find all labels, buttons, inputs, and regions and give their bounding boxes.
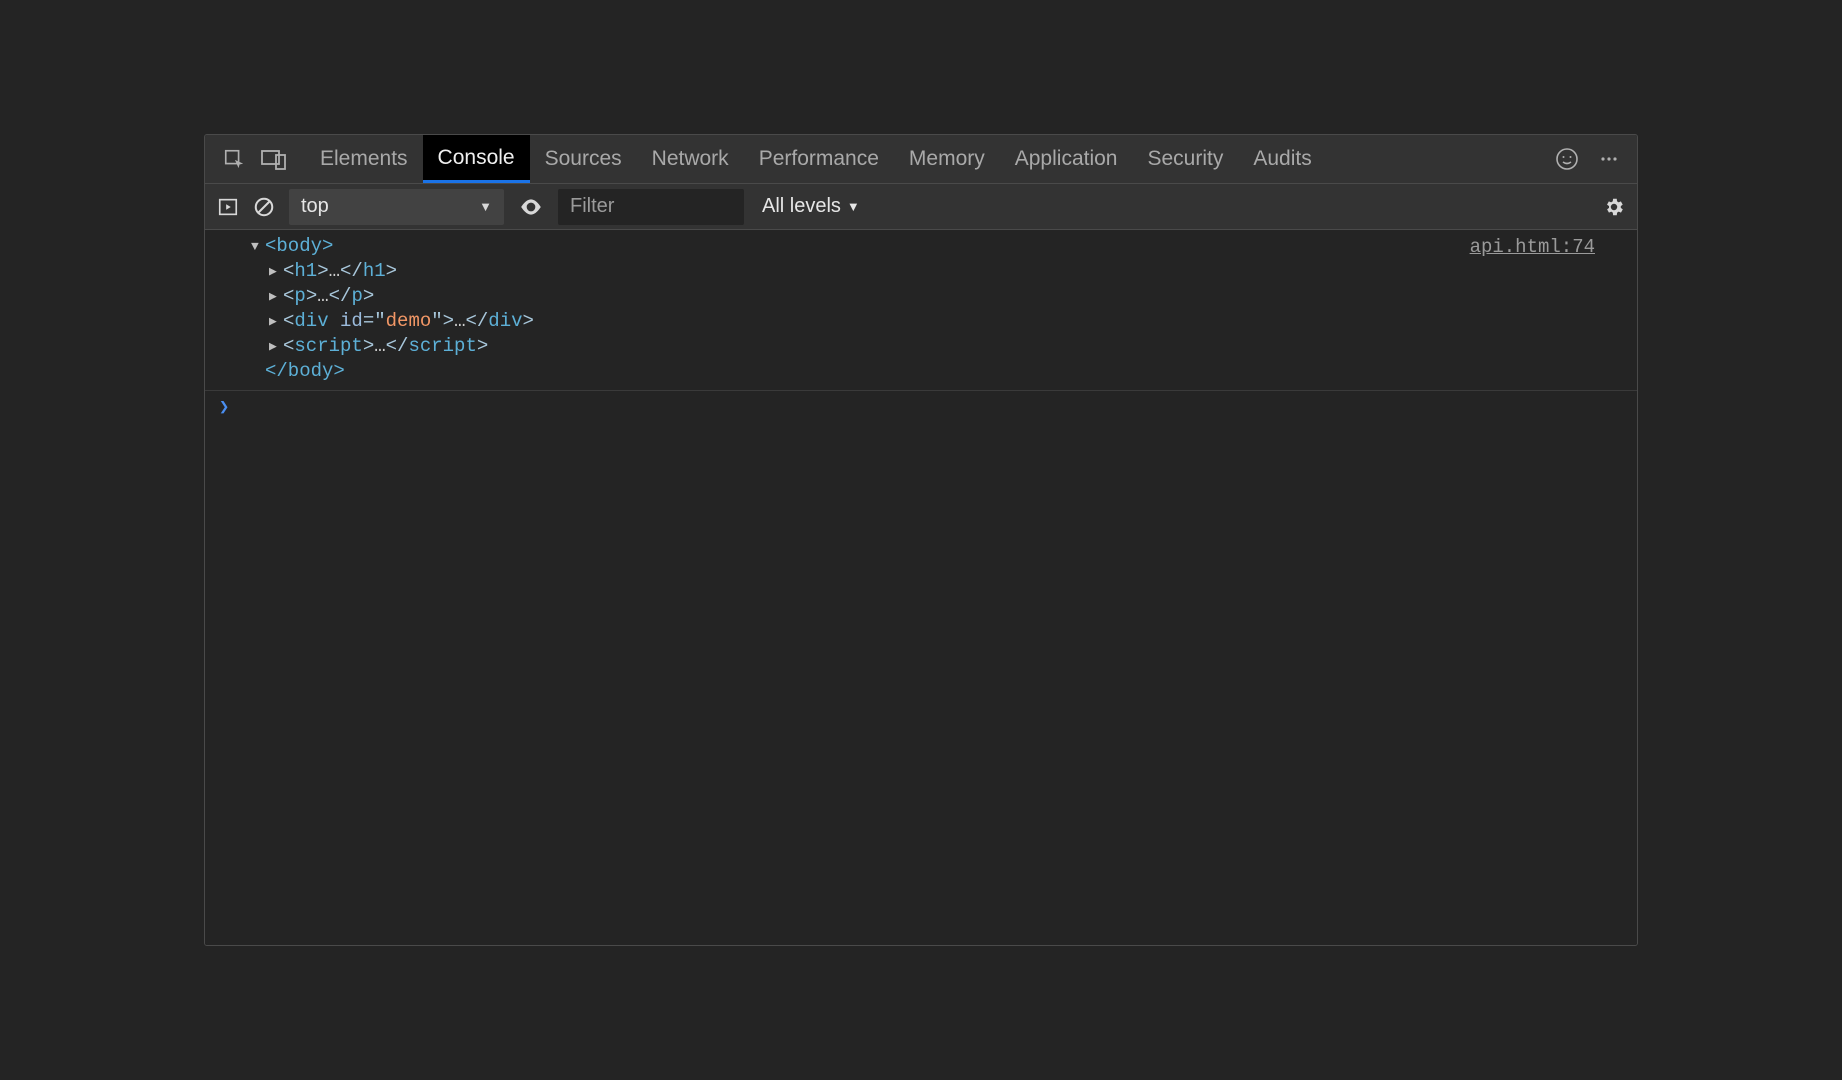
device-toggle-icon[interactable]	[261, 148, 287, 170]
log-entry[interactable]: ▼<body> ▶<h1>…</h1> ▶<p>…</p> ▶<div id="…	[205, 230, 1637, 391]
clear-console-icon[interactable]	[253, 196, 275, 218]
expand-arrow-icon[interactable]: ▼	[251, 234, 265, 259]
tab-application[interactable]: Application	[1000, 135, 1133, 183]
source-link[interactable]: api.html:74	[1470, 234, 1625, 258]
context-label: top	[301, 195, 329, 218]
tree-row-body-close[interactable]: </body>	[251, 359, 1470, 384]
chevron-down-icon: ▼	[847, 199, 860, 214]
prompt-caret-icon: ❯	[219, 397, 229, 418]
collapse-arrow-icon[interactable]: ▶	[269, 284, 283, 309]
inspect-icon[interactable]	[223, 148, 245, 170]
levels-label: All levels	[762, 195, 841, 218]
chevron-down-icon: ▼	[479, 199, 492, 214]
tab-sources[interactable]: Sources	[530, 135, 637, 183]
live-expression-icon[interactable]	[518, 194, 544, 220]
collapse-arrow-icon[interactable]: ▶	[269, 334, 283, 359]
tree-row-script[interactable]: ▶<script>…</script>	[251, 334, 1470, 359]
tab-performance[interactable]: Performance	[744, 135, 894, 183]
tree-row-body-open[interactable]: ▼<body>	[251, 234, 1470, 259]
settings-icon[interactable]	[1603, 196, 1625, 218]
tab-security[interactable]: Security	[1132, 135, 1238, 183]
smiley-icon[interactable]	[1555, 147, 1579, 171]
devtools-tabstrip: Elements Console Sources Network Perform…	[205, 135, 1637, 184]
tree-row-div[interactable]: ▶<div id="demo">…</div>	[251, 309, 1470, 334]
execution-context-select[interactable]: top ▼	[289, 189, 504, 225]
tab-audits[interactable]: Audits	[1238, 135, 1326, 183]
console-body: ▼<body> ▶<h1>…</h1> ▶<p>…</p> ▶<div id="…	[205, 230, 1637, 945]
tabs-container: Elements Console Sources Network Perform…	[305, 135, 1327, 183]
tab-console[interactable]: Console	[423, 135, 530, 183]
tab-memory[interactable]: Memory	[894, 135, 1000, 183]
tab-network[interactable]: Network	[637, 135, 744, 183]
collapse-arrow-icon[interactable]: ▶	[269, 259, 283, 284]
sidebar-toggle-icon[interactable]	[217, 196, 239, 218]
console-prompt[interactable]: ❯	[205, 391, 1637, 424]
log-levels-select[interactable]: All levels ▼	[762, 195, 860, 218]
filter-input[interactable]	[558, 189, 744, 225]
logged-dom-tree: ▼<body> ▶<h1>…</h1> ▶<p>…</p> ▶<div id="…	[217, 234, 1470, 384]
tab-elements[interactable]: Elements	[305, 135, 423, 183]
tree-row-p[interactable]: ▶<p>…</p>	[251, 284, 1470, 309]
tree-row-h1[interactable]: ▶<h1>…</h1>	[251, 259, 1470, 284]
collapse-arrow-icon[interactable]: ▶	[269, 309, 283, 334]
console-toolbar: top ▼ All levels ▼	[205, 184, 1637, 230]
more-icon[interactable]	[1599, 149, 1619, 169]
devtools-panel: Elements Console Sources Network Perform…	[204, 134, 1638, 946]
